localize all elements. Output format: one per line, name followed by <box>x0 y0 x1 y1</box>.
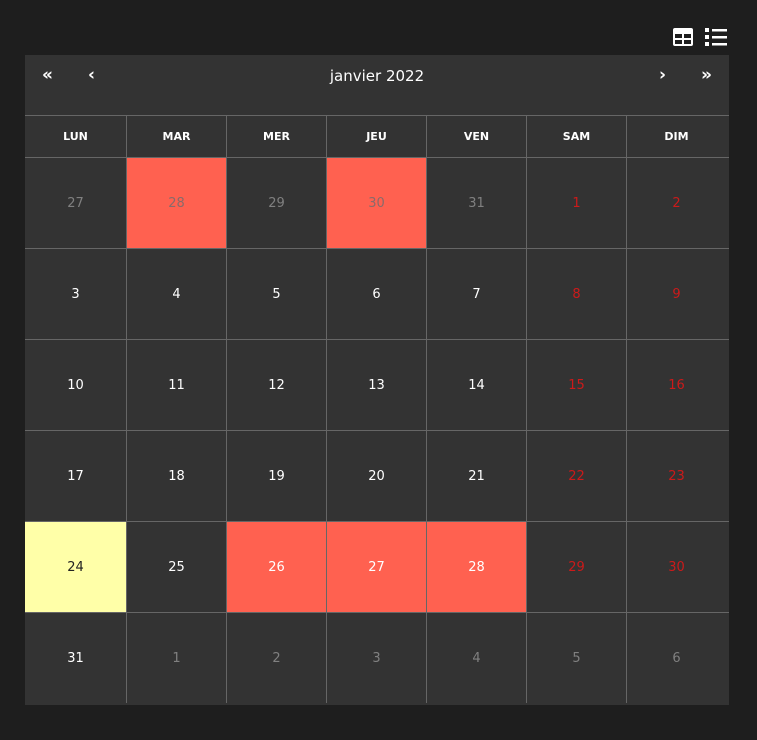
day-cell[interactable]: 31 <box>426 158 526 248</box>
day-cell[interactable]: 25 <box>126 522 226 612</box>
day-cell[interactable]: 5 <box>526 613 626 703</box>
day-cell[interactable]: 14 <box>426 340 526 430</box>
week-row: 27 28 29 30 31 1 2 <box>25 157 729 248</box>
day-cell[interactable]: 2 <box>226 613 326 703</box>
day-cell[interactable]: 30 <box>326 158 426 248</box>
day-cell[interactable]: 30 <box>626 522 726 612</box>
day-cell[interactable]: 12 <box>226 340 326 430</box>
day-cell[interactable]: 17 <box>25 431 126 521</box>
day-cell[interactable]: 19 <box>226 431 326 521</box>
day-cell[interactable]: 9 <box>626 249 726 339</box>
week-row: 10 11 12 13 14 15 16 <box>25 339 729 430</box>
weekday-label: MER <box>226 116 326 157</box>
day-cell[interactable]: 22 <box>526 431 626 521</box>
day-cell[interactable]: 18 <box>126 431 226 521</box>
day-cell[interactable]: 5 <box>226 249 326 339</box>
day-cell[interactable]: 3 <box>25 249 126 339</box>
table-grid-icon[interactable] <box>672 26 694 48</box>
day-cell[interactable]: 2 <box>626 158 726 248</box>
last-page-button[interactable]: » <box>701 65 712 85</box>
week-row: 17 18 19 20 21 22 23 <box>25 430 729 521</box>
day-cell[interactable]: 10 <box>25 340 126 430</box>
view-switcher <box>672 26 727 48</box>
weekday-label: SAM <box>526 116 626 157</box>
day-cell[interactable]: 13 <box>326 340 426 430</box>
calendar: « ‹ janvier 2022 › » LUN MAR MER JEU VEN… <box>25 55 729 705</box>
day-cell[interactable]: 6 <box>626 613 726 703</box>
week-row: 3456789 <box>25 248 729 339</box>
day-cell[interactable]: 8 <box>526 249 626 339</box>
day-cell[interactable]: 4 <box>126 249 226 339</box>
month-title[interactable]: janvier 2022 <box>25 67 729 85</box>
weekday-label: LUN <box>63 130 88 143</box>
week-row: 31 1 2 3 4 5 6 <box>25 612 729 703</box>
day-cell[interactable]: 28 <box>126 158 226 248</box>
weekday-label: DIM <box>626 116 726 157</box>
day-cell[interactable]: 27 <box>25 158 126 248</box>
day-cell[interactable]: 6 <box>326 249 426 339</box>
day-cell[interactable]: 11 <box>126 340 226 430</box>
day-cell[interactable]: 1 <box>526 158 626 248</box>
day-cell[interactable]: 28 <box>426 522 526 612</box>
day-cell[interactable]: 15 <box>526 340 626 430</box>
day-cell[interactable]: 31 <box>25 613 126 703</box>
day-cell-today[interactable]: 24 <box>25 522 126 612</box>
day-cell[interactable]: 29 <box>526 522 626 612</box>
calendar-navigation: « ‹ janvier 2022 › » <box>25 55 729 115</box>
day-cell[interactable]: 29 <box>226 158 326 248</box>
day-cell[interactable]: 27 <box>326 522 426 612</box>
day-cell[interactable]: 20 <box>326 431 426 521</box>
week-row: 24 25 26 27 28 29 30 <box>25 521 729 612</box>
day-cell[interactable]: 3 <box>326 613 426 703</box>
weekday-label: VEN <box>426 116 526 157</box>
day-cell[interactable]: 26 <box>226 522 326 612</box>
list-icon[interactable] <box>704 26 727 48</box>
weekday-label: JEU <box>326 116 426 157</box>
weeks-container: 27 28 29 30 31 1 2 3 4 5 6 7 8 9 10 11 12 13 14 15 16 17 18 19 2… <box>25 157 729 703</box>
weekday-label: MAR <box>126 116 226 157</box>
day-cell[interactable]: 16 <box>626 340 726 430</box>
day-cell[interactable]: 1 <box>126 613 226 703</box>
next-month-button[interactable]: › <box>659 65 666 85</box>
day-cell[interactable]: 23 <box>626 431 726 521</box>
month-grid: LUN MAR MER JEU VEN SAM DIM 27 28 29 30 31 1 2… <box>25 115 729 703</box>
weekday-header-row: LUN MAR MER JEU VEN SAM DIM <box>25 115 729 157</box>
day-cell[interactable]: 7 <box>426 249 526 339</box>
day-cell[interactable]: 4 <box>426 613 526 703</box>
day-cell[interactable]: 21 <box>426 431 526 521</box>
